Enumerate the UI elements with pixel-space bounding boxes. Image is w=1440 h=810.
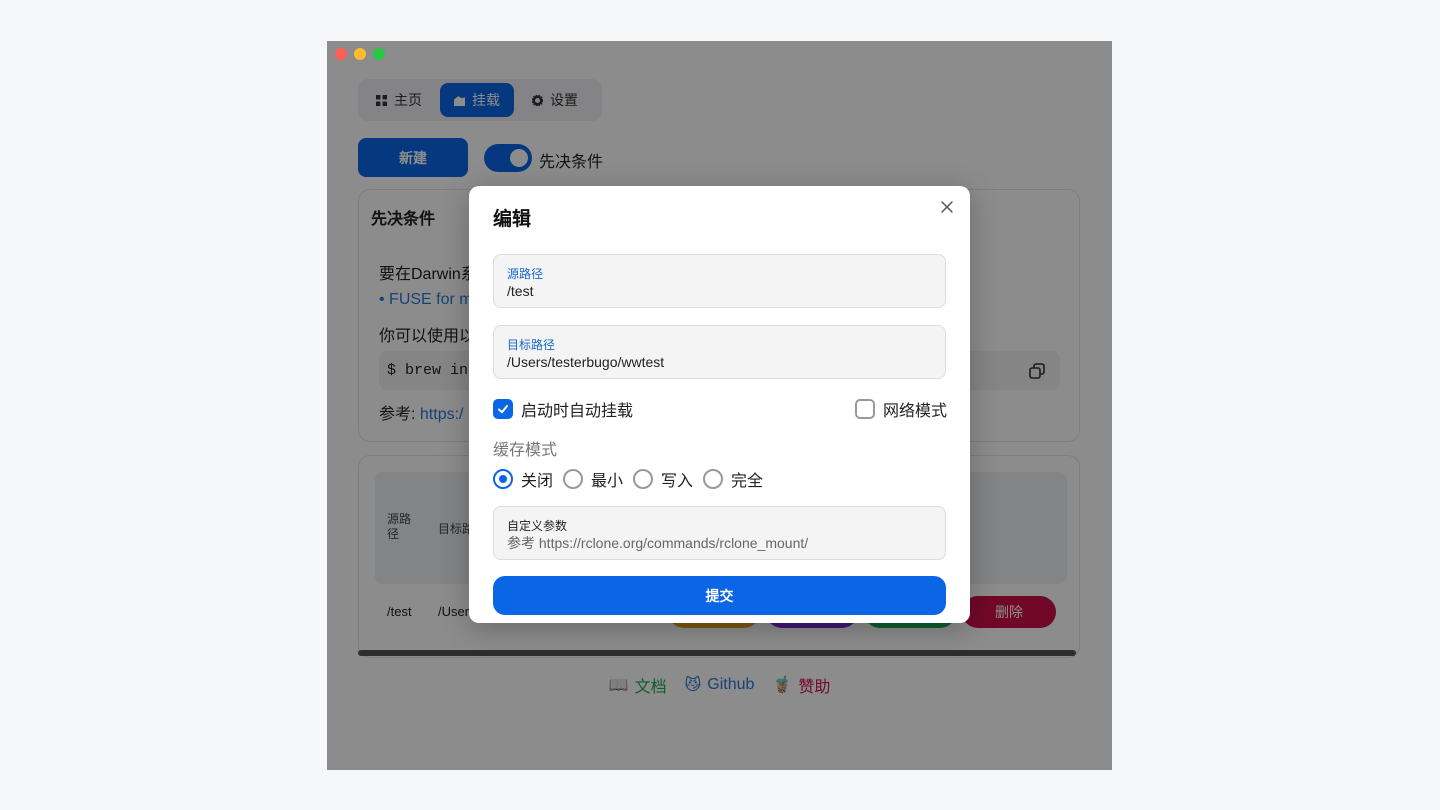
close-icon[interactable] [940, 200, 954, 214]
checkbox-checked[interactable] [493, 399, 513, 419]
source-path-label: 源路径 [507, 267, 544, 281]
target-path-field[interactable]: 目标路径 [493, 325, 946, 379]
network-mode-checkbox[interactable]: 网络模式 [855, 397, 947, 421]
cache-mode-label: 缓存模式 [493, 442, 558, 459]
close-window-button[interactable] [335, 48, 347, 60]
custom-args-input[interactable] [507, 535, 927, 551]
cache-option-label: 完全 [731, 473, 764, 490]
source-path-input[interactable] [507, 283, 927, 299]
checkbox-unchecked[interactable] [855, 399, 875, 419]
check-icon [498, 405, 508, 414]
source-path-field[interactable]: 源路径 [493, 254, 946, 308]
cache-option-full[interactable]: 完全 [703, 467, 763, 491]
minimize-window-button[interactable] [354, 48, 366, 60]
window-controls [335, 48, 385, 60]
dialog-title: 编辑 [493, 209, 532, 230]
cache-option-minimal[interactable]: 最小 [563, 467, 623, 491]
target-path-label: 目标路径 [507, 338, 556, 352]
radio-unselected[interactable] [633, 469, 654, 489]
radio-selected[interactable] [493, 469, 513, 489]
edit-dialog: 编辑 源路径 目标路径 启动时自动挂载 网络模式 缓存模式 关闭 最小 写入 完… [469, 186, 970, 623]
target-path-input[interactable] [507, 354, 927, 370]
cache-option-writes[interactable]: 写入 [633, 467, 693, 491]
maximize-window-button[interactable] [373, 48, 385, 60]
radio-unselected[interactable] [563, 469, 584, 489]
submit-button[interactable]: 提交 [493, 576, 946, 615]
custom-args-field[interactable]: 自定义参数 [493, 506, 946, 560]
custom-args-label: 自定义参数 [507, 519, 568, 533]
auto-mount-label: 启动时自动挂载 [521, 403, 634, 420]
cache-option-label: 最小 [591, 473, 624, 490]
cache-mode-radio-group: 关闭 最小 写入 完全 [493, 467, 763, 491]
cache-option-label: 写入 [661, 473, 694, 490]
cache-option-label: 关闭 [521, 473, 554, 490]
auto-mount-checkbox[interactable]: 启动时自动挂载 [493, 397, 633, 421]
radio-unselected[interactable] [703, 469, 724, 489]
network-mode-label: 网络模式 [883, 403, 948, 420]
cache-option-off[interactable]: 关闭 [493, 467, 553, 491]
